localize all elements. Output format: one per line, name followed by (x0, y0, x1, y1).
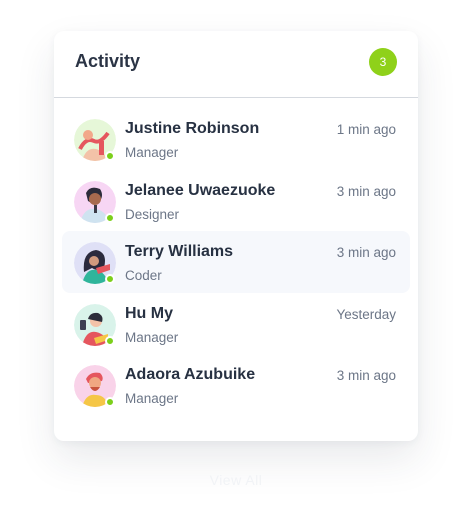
online-status-dot (105, 274, 115, 284)
list-item[interactable]: Hu My Manager Yesterday (62, 293, 410, 355)
person-name: Adaora Azubuike (125, 366, 256, 383)
person-name: Justine Robinson (125, 120, 260, 137)
online-status-dot (105, 151, 115, 161)
person-name: Terry Williams (125, 243, 234, 260)
person-role: Manager (125, 145, 179, 160)
list-item[interactable]: Adaora Azubuike Manager 3 min ago (62, 354, 410, 416)
activity-widget: Activity 3 Justine Robinson Manager 1 mi… (0, 0, 472, 517)
view-all-link[interactable]: View All (0, 472, 472, 488)
activity-card: Activity 3 Justine Robinson Manager 1 mi… (54, 31, 418, 441)
activity-time: 3 min ago (336, 183, 396, 199)
list-item[interactable]: Justine Robinson Manager 1 min ago (62, 108, 410, 170)
person-role: Designer (125, 206, 180, 222)
activity-time: 1 min ago (336, 122, 396, 137)
list-item[interactable]: Terry Williams Coder 3 min ago (62, 231, 410, 293)
online-status-dot (105, 397, 115, 407)
person-role: Coder (125, 268, 162, 283)
list-item[interactable]: Jelanee Uwaezuoke Designer 3 min ago (62, 170, 410, 232)
card-title: Activity (75, 51, 141, 71)
person-name: Hu My (125, 304, 173, 322)
activity-time: 3 min ago (336, 245, 396, 260)
card-header: Activity 3 (54, 31, 418, 98)
person-role: Manager (125, 329, 179, 345)
activity-time: 3 min ago (336, 368, 396, 383)
count-badge: 3 (369, 48, 397, 76)
person-name: Jelanee Uwaezuoke (125, 181, 276, 199)
activity-list: Justine Robinson Manager 1 min ago Jelan… (54, 108, 418, 416)
online-status-dot (105, 212, 115, 223)
activity-time: Yesterday (336, 306, 396, 322)
person-role: Manager (125, 391, 179, 406)
online-status-dot (105, 335, 115, 346)
